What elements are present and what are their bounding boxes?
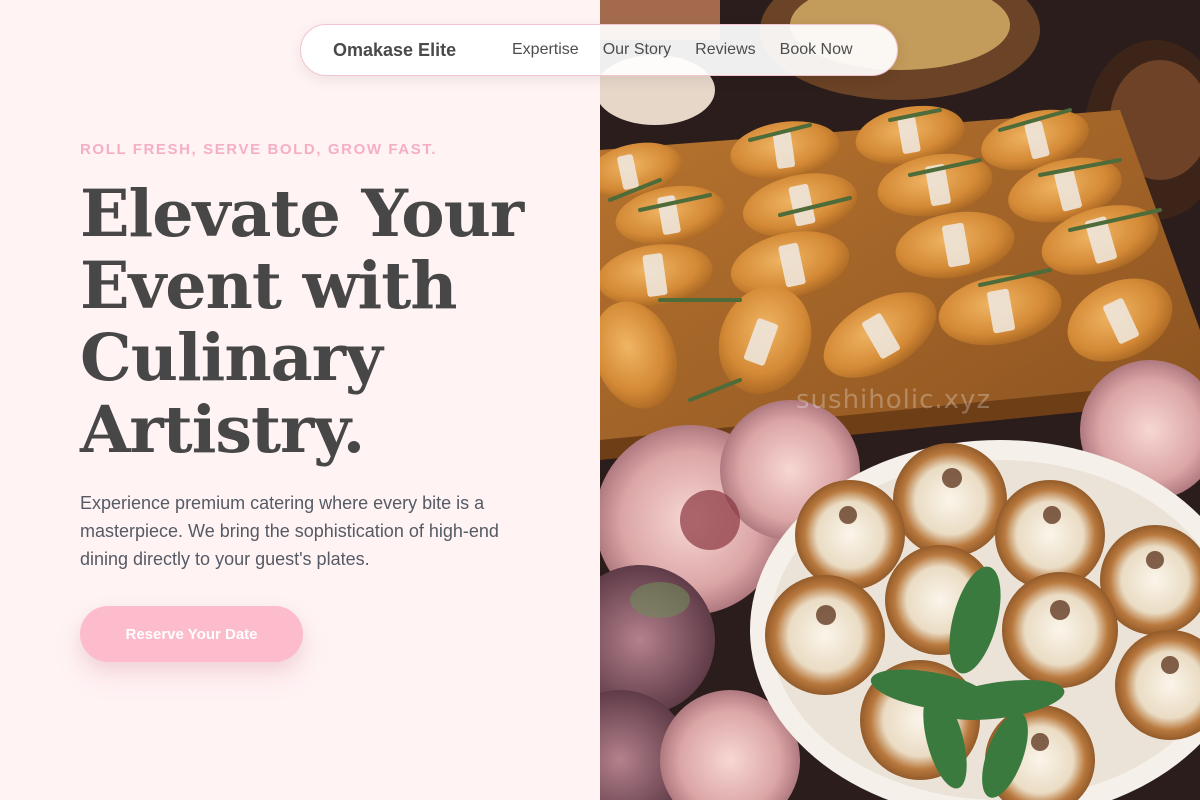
headline-line: Culinary (80, 320, 383, 396)
reserve-date-button[interactable]: Reserve Your Date (80, 606, 303, 662)
landing-page: ROLL FRESH, SERVE BOLD, GROW FAST. Eleva… (0, 0, 1200, 800)
nav-links: Expertise Our Story Reviews Book Now (512, 41, 853, 59)
nav-link-book-now[interactable]: Book Now (780, 41, 853, 59)
headline-line: Event with (80, 248, 458, 324)
hero-left-panel: ROLL FRESH, SERVE BOLD, GROW FAST. Eleva… (0, 0, 600, 800)
brand-logo-text[interactable]: Omakase Elite (333, 40, 456, 61)
hero-description: Experience premium catering where every … (80, 493, 499, 569)
nav-link-reviews[interactable]: Reviews (695, 41, 755, 59)
hero-food-photo: sushiholic.xyz (600, 0, 1200, 800)
nav-link-our-story[interactable]: Our Story (603, 41, 671, 59)
hero-headline: Elevate Your Event with Culinary Artistr… (80, 178, 550, 466)
nav-link-expertise[interactable]: Expertise (512, 41, 579, 59)
watermark-text: sushiholic.xyz (796, 385, 992, 415)
top-navigation: Omakase Elite Expertise Our Story Review… (300, 24, 898, 76)
headline-line: Artistry. (80, 392, 365, 468)
hero-tagline: ROLL FRESH, SERVE BOLD, GROW FAST. (80, 141, 438, 158)
headline-line: Elevate Your (80, 176, 524, 252)
